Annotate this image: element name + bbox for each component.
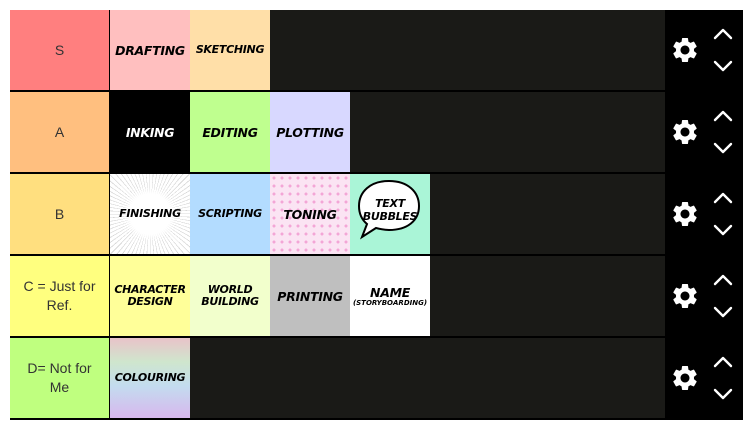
item-tile-scripting[interactable]: Scripting — [190, 174, 270, 254]
item-label-line2: Building — [201, 295, 259, 308]
item-tile-plotting[interactable]: Plotting — [270, 92, 350, 172]
tier-items-s[interactable]: Drafting Sketching — [110, 10, 665, 90]
item-sublabel: (Storyboarding) — [352, 298, 428, 307]
tier-label-d[interactable]: D= Not for Me — [10, 338, 110, 418]
chevron-up-icon[interactable] — [712, 27, 734, 41]
item-tile-colouring[interactable]: Colouring — [110, 338, 190, 418]
tier-items-d[interactable]: Colouring — [110, 338, 665, 418]
gear-icon[interactable] — [670, 199, 700, 229]
item-label-line1: Text — [375, 197, 405, 210]
item-tile-toning[interactable]: Toning — [270, 174, 350, 254]
chevron-up-icon[interactable] — [712, 355, 734, 369]
chevron-up-icon[interactable] — [712, 109, 734, 123]
tier-controls — [665, 174, 743, 254]
tier-row-s: S Drafting Sketching — [10, 10, 743, 90]
item-tile-editing[interactable]: Editing — [190, 92, 270, 172]
item-label: Inking — [125, 124, 175, 140]
tier-row-c: C = Just for Ref. Character Design World… — [10, 256, 743, 336]
chevron-down-icon[interactable] — [712, 305, 734, 319]
tier-label-s[interactable]: S — [10, 10, 110, 90]
item-tile-world-building[interactable]: World Building — [190, 256, 270, 336]
item-label: Sketching — [195, 43, 265, 56]
tier-label-a[interactable]: A — [10, 92, 110, 172]
item-label-line2: Bubbles — [362, 210, 418, 223]
gear-icon[interactable] — [670, 363, 700, 393]
item-label-line2: Design — [127, 295, 173, 308]
chevron-down-icon[interactable] — [712, 223, 734, 237]
item-tile-drafting[interactable]: Drafting — [110, 10, 190, 90]
chevron-up-icon[interactable] — [712, 273, 734, 287]
item-label: Drafting — [115, 42, 185, 58]
chevron-up-icon[interactable] — [712, 191, 734, 205]
tier-row-b: B Finishing Scripting Toning Text Bubble… — [10, 174, 743, 254]
tier-items-c[interactable]: Character Design World Building Printing… — [110, 256, 665, 336]
item-label: Toning — [283, 206, 337, 222]
item-tile-character-design[interactable]: Character Design — [110, 256, 190, 336]
tier-label-b[interactable]: B — [10, 174, 110, 254]
item-tile-inking[interactable]: Inking — [110, 92, 190, 172]
tier-row-a: A Inking Editing Plotting — [10, 92, 743, 172]
item-label: Finishing — [119, 207, 181, 220]
item-tile-finishing[interactable]: Finishing — [110, 174, 190, 254]
gear-icon[interactable] — [670, 35, 700, 65]
item-tile-printing[interactable]: Printing — [270, 256, 350, 336]
tier-label-c[interactable]: C = Just for Ref. — [10, 256, 110, 336]
gear-icon[interactable] — [670, 281, 700, 311]
chevron-down-icon[interactable] — [712, 141, 734, 155]
item-label: Editing — [202, 124, 258, 140]
item-label: Printing — [277, 288, 343, 304]
tier-items-a[interactable]: Inking Editing Plotting — [110, 92, 665, 172]
item-label: Scripting — [198, 207, 262, 220]
tier-row-d: D= Not for Me Colouring — [10, 338, 743, 418]
tier-controls — [665, 10, 743, 90]
item-tile-text-bubbles[interactable]: Text Bubbles — [350, 174, 430, 254]
item-tile-name-storyboarding[interactable]: Name (Storyboarding) — [350, 256, 430, 336]
tier-list: S Drafting Sketching A Inking Editing Pl… — [10, 10, 743, 420]
tier-items-b[interactable]: Finishing Scripting Toning Text Bubbles — [110, 174, 665, 254]
item-tile-sketching[interactable]: Sketching — [190, 10, 270, 90]
tier-controls — [665, 338, 743, 418]
item-label: Colouring — [114, 371, 186, 384]
item-label: Name — [370, 284, 410, 300]
tier-controls — [665, 92, 743, 172]
tier-controls — [665, 256, 743, 336]
chevron-down-icon[interactable] — [712, 59, 734, 73]
chevron-down-icon[interactable] — [712, 387, 734, 401]
gear-icon[interactable] — [670, 117, 700, 147]
item-label: Plotting — [276, 124, 344, 140]
